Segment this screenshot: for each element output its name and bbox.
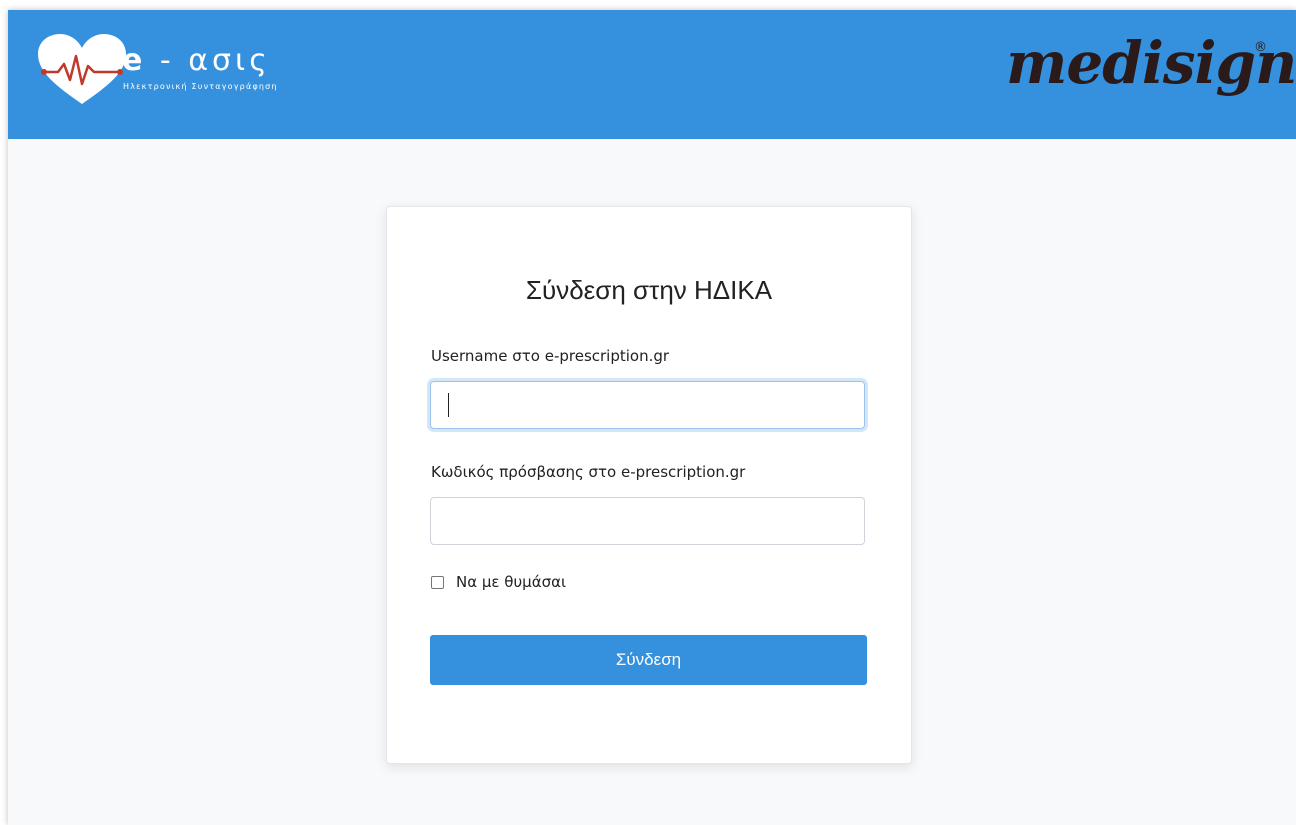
medisign-logo-text: medisign <box>1006 29 1296 97</box>
login-title: Σύνδεση στην ΗΔΙΚΑ <box>525 275 773 305</box>
app-window: e - ασις Ηλεκτρονική Συνταγογράφηση medi… <box>8 10 1296 825</box>
brand-prefix: e <box>122 43 147 78</box>
remember-me-checkbox[interactable] <box>431 575 444 589</box>
medisign-logo[interactable]: medisign ® <box>1006 30 1296 120</box>
login-button[interactable]: Σύνδεση <box>430 635 867 685</box>
brand-rest: - ασις <box>159 43 271 78</box>
login-card: Σύνδεση στην ΗΔΙΚΑ Username στο e-prescr… <box>386 206 912 764</box>
e-asis-logo[interactable]: e - ασις Ηλεκτρονική Συνταγογράφηση <box>36 34 296 104</box>
top-header: e - ασις Ηλεκτρονική Συνταγογράφηση medi… <box>8 10 1296 139</box>
text-caret <box>448 393 449 417</box>
brand-subtitle: Ηλεκτρονική Συνταγογράφηση <box>123 82 278 91</box>
heart-pulse-icon <box>38 34 126 104</box>
password-label: Κωδικός πρόσβασης στο e-prescription.gr <box>431 463 746 481</box>
username-label: Username στο e-prescription.gr <box>431 347 670 365</box>
username-input[interactable] <box>430 381 865 429</box>
brand-name: e - ασις <box>122 44 271 78</box>
remember-me-label: Να με θυμάσαι <box>456 573 567 591</box>
remember-me[interactable]: Να με θυμάσαι <box>431 573 566 591</box>
registered-mark: ® <box>1254 40 1267 55</box>
password-input[interactable] <box>430 497 865 545</box>
